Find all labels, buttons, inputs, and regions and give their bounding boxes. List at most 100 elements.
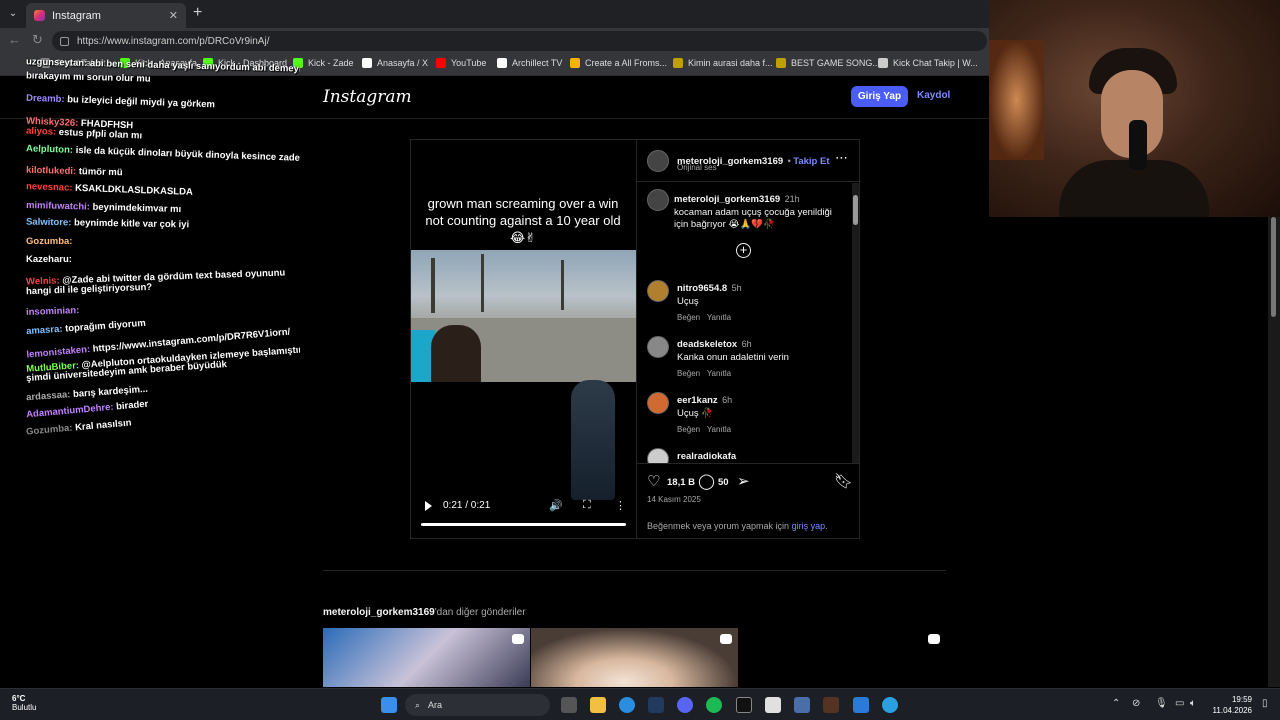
- comment-user[interactable]: eer1kanz: [677, 395, 718, 406]
- comment-user[interactable]: nitro9654.8: [677, 283, 727, 294]
- bookmark-item[interactable]: Create a All Froms...: [570, 58, 667, 68]
- chat-text: beynimde kitle var çok iyi: [73, 217, 190, 231]
- chat-username: kilotlukedi:: [25, 164, 77, 178]
- comment-icon[interactable]: ◯: [698, 474, 715, 489]
- follow-button[interactable]: Takip Et: [793, 156, 829, 167]
- bookmark-item[interactable]: YouTube: [436, 58, 486, 68]
- save-icon[interactable]: 🔖︎: [834, 474, 853, 489]
- video-more-icon[interactable]: ⋮: [615, 499, 626, 512]
- webcam-overlay: [989, 0, 1280, 217]
- instagram-logo[interactable]: Instagram: [323, 87, 412, 107]
- discord-icon[interactable]: [677, 697, 693, 713]
- comment-like-link[interactable]: Beğen: [677, 369, 700, 378]
- network-off-icon[interactable]: ⊘: [1132, 698, 1140, 709]
- bookmark-label: Create a All Froms...: [585, 58, 668, 68]
- back-icon[interactable]: ←: [8, 33, 21, 47]
- address-bar[interactable]: https://www.instagram.com/p/DRCoVr9inAj/: [52, 31, 987, 51]
- task-view-icon[interactable]: [561, 697, 577, 713]
- app-icon[interactable]: [765, 697, 781, 713]
- mic-icon[interactable]: 🎙︎: [1155, 698, 1168, 709]
- chat-username: lemonistaken:: [26, 343, 91, 361]
- taskbar-clock[interactable]: 19:59 11.04.2026: [1210, 694, 1252, 716]
- steam-icon[interactable]: [648, 697, 664, 713]
- chat-text: toprağım diyorum: [64, 317, 147, 335]
- bookmark-item[interactable]: Kimin aurasi daha f...: [673, 58, 773, 68]
- bookmark-item[interactable]: Anasayfa / X: [362, 58, 428, 68]
- more-options-icon[interactable]: ⋯: [835, 150, 848, 166]
- spotify-icon[interactable]: [706, 697, 722, 713]
- bookmark-item[interactable]: BEST GAME SONG...: [776, 58, 880, 68]
- new-tab-icon[interactable]: +: [193, 5, 202, 21]
- display-icon[interactable]: ▭: [1175, 698, 1184, 709]
- comment-avatar[interactable]: [647, 448, 669, 463]
- volume-icon[interactable]: 🔊: [549, 499, 563, 512]
- comment-like-link[interactable]: Beğen: [677, 313, 700, 322]
- start-icon[interactable]: [381, 697, 397, 713]
- comment-like-link[interactable]: Beğen: [677, 425, 700, 434]
- tray-chevron-icon[interactable]: ⌃: [1112, 698, 1120, 709]
- chat-text: isle da küçük dinoları büyük dinoyla kes…: [75, 144, 300, 164]
- comment-avatar[interactable]: [647, 280, 669, 302]
- unreal-icon[interactable]: [736, 697, 752, 713]
- login-button[interactable]: Giriş Yap: [851, 86, 908, 107]
- caption-author[interactable]: meteroloji_gorkem3169: [674, 194, 780, 205]
- search-label: Ara: [428, 700, 443, 710]
- more-posts-author[interactable]: meteroloji_gorkem3169: [323, 607, 435, 618]
- file-explorer-icon[interactable]: [590, 697, 606, 713]
- comment-reply-link[interactable]: Yanıtla: [707, 313, 731, 322]
- caption-time: 21h: [784, 194, 800, 204]
- volume-tray-icon[interactable]: 🔈︎: [1190, 698, 1196, 709]
- load-more-comments-icon[interactable]: +: [736, 243, 751, 258]
- app-icon[interactable]: [882, 697, 898, 713]
- login-hint-link[interactable]: giriş yap: [792, 521, 826, 531]
- notification-icon[interactable]: ▯: [1262, 698, 1268, 709]
- signup-link[interactable]: Kaydol: [917, 90, 950, 101]
- taskbar-search[interactable]: ⌕ Ara: [405, 694, 550, 716]
- close-tab-icon[interactable]: ✕: [169, 9, 178, 22]
- vscode-icon[interactable]: [853, 697, 869, 713]
- edge-icon[interactable]: [619, 697, 635, 713]
- fullscreen-icon[interactable]: ⛶: [583, 499, 591, 512]
- comment-reply-link[interactable]: Yanıtla: [707, 425, 731, 434]
- site-info-icon[interactable]: [60, 36, 69, 46]
- chat-message: amasra: toprağım diyorum: [26, 318, 146, 337]
- caption-text: kocaman adam uçuş çocuğa yenildiği için …: [674, 207, 832, 230]
- comment-time: 6h: [722, 395, 733, 405]
- author-avatar[interactable]: [647, 150, 669, 172]
- tab-instagram[interactable]: Instagram ✕: [26, 3, 186, 28]
- comment-user[interactable]: deadskeletox: [677, 339, 737, 350]
- bookmark-item[interactable]: Archillect TV: [497, 58, 562, 68]
- tab-list-icon[interactable]: ⌄: [4, 6, 22, 22]
- video-frame: [411, 250, 636, 382]
- app-icon[interactable]: [823, 697, 839, 713]
- chat-username: insominian:: [25, 305, 80, 318]
- comments-list: meteroloji_gorkem3169 21h kocaman adam u…: [637, 183, 859, 463]
- chat-message: mimifuwatchi: beynimdekimvar mı: [26, 200, 181, 215]
- post-thumbnail[interactable]: [531, 628, 738, 687]
- weather-widget[interactable]: 6°C Bulutlu: [12, 694, 36, 712]
- comment-user[interactable]: realradiokafa: [677, 451, 736, 462]
- bookmark-label: BEST GAME SONG...: [791, 58, 880, 68]
- post-thumbnail[interactable]: [739, 628, 946, 687]
- app-icon[interactable]: [794, 697, 810, 713]
- post-thumbnail[interactable]: [323, 628, 530, 687]
- share-icon[interactable]: ➢: [737, 474, 750, 489]
- chat-username: Kazeharu:: [26, 254, 72, 265]
- video-player[interactable]: grown man screaming over a win not count…: [411, 140, 636, 538]
- comments-scrollbar[interactable]: [852, 183, 859, 463]
- comment-reply-link[interactable]: Yanıtla: [707, 369, 731, 378]
- clock-time: 19:59: [1231, 695, 1252, 704]
- bookmark-item[interactable]: Kick - Zade: [293, 58, 354, 68]
- clock-date: 11.04.2026: [1212, 706, 1252, 715]
- comment-avatar[interactable]: [647, 392, 669, 414]
- reload-icon[interactable]: ↻: [32, 33, 43, 47]
- comment-avatar[interactable]: [647, 336, 669, 358]
- like-icon[interactable]: ♡: [647, 474, 660, 489]
- video-progress-bar[interactable]: [421, 523, 626, 526]
- chat-username: Dreamb:: [25, 92, 65, 106]
- audio-label[interactable]: Orijinal ses: [677, 163, 717, 172]
- bookmark-item[interactable]: Kick Chat Takip | W...: [878, 58, 978, 68]
- comments-count: 50: [718, 477, 729, 488]
- play-icon[interactable]: [425, 501, 432, 511]
- caption-avatar[interactable]: [647, 189, 669, 211]
